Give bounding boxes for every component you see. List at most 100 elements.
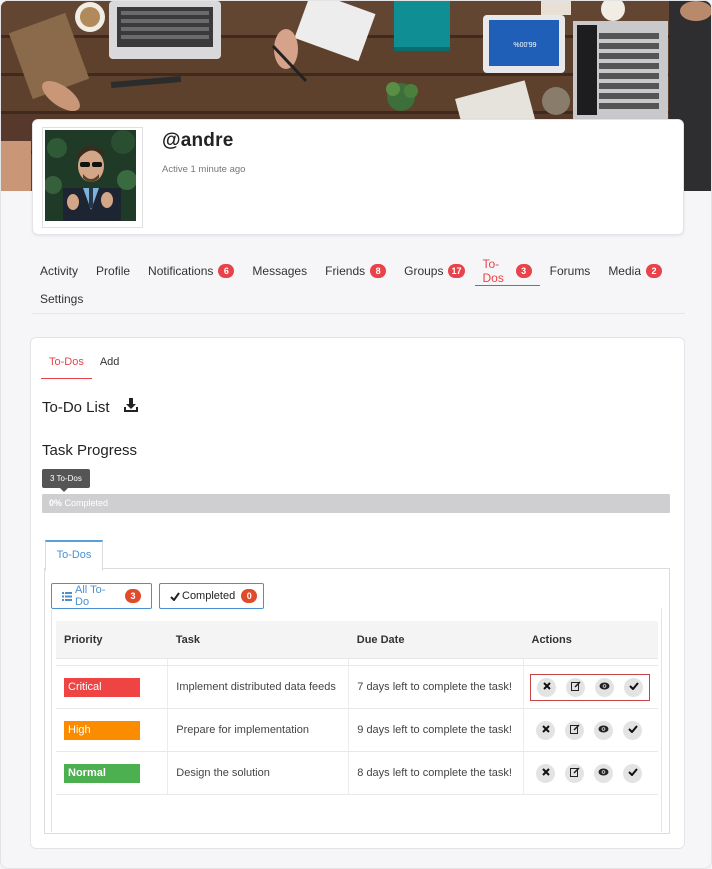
close-icon xyxy=(541,724,550,736)
media-badge: 2 xyxy=(646,264,662,278)
actions-cell xyxy=(523,751,658,795)
nav-item-profile[interactable]: Profile xyxy=(94,259,132,283)
priority-label: Normal xyxy=(64,763,140,783)
progress-label: Completed xyxy=(64,498,109,508)
active-status: Active 1 minute ago xyxy=(162,164,246,175)
actions-cell xyxy=(523,708,658,752)
table-gap xyxy=(56,658,658,666)
close-icon xyxy=(542,681,551,693)
table-header-row: Priority Task Due Date Actions xyxy=(56,621,658,659)
complete-button[interactable] xyxy=(624,677,643,697)
todo-list-title: To-Do List xyxy=(42,398,110,416)
delete-button[interactable] xyxy=(536,763,555,783)
eye-icon xyxy=(598,767,609,779)
task-progress-heading: Task Progress xyxy=(42,442,138,459)
nav-row-1: Activity Profile Notifications 6 Messages… xyxy=(38,257,678,286)
checkmark-icon xyxy=(627,724,638,736)
nav-item-notifications[interactable]: Notifications 6 xyxy=(146,259,236,283)
view-button[interactable] xyxy=(595,677,614,697)
friends-badge: 8 xyxy=(370,264,387,278)
nav-item-media[interactable]: Media 2 xyxy=(606,259,664,283)
nav-label: Profile xyxy=(96,264,131,278)
priority-cell: Critical xyxy=(56,665,169,709)
all-todo-button[interactable]: All To-Do 3 xyxy=(51,583,152,609)
notifications-badge: 6 xyxy=(218,264,235,278)
all-todo-count: 3 xyxy=(125,589,141,603)
completed-label: Completed xyxy=(182,590,236,602)
nav-item-forums[interactable]: Forums xyxy=(548,259,593,283)
nav-label: Settings xyxy=(40,292,84,306)
avatar-photo xyxy=(45,130,136,221)
progress-percent: 0% xyxy=(49,498,63,508)
nav-item-messages[interactable]: Messages xyxy=(250,259,309,283)
todos-badge: 3 xyxy=(515,264,532,278)
download-icon[interactable] xyxy=(123,398,138,416)
complete-button[interactable] xyxy=(623,720,642,740)
priority-cell: Normal xyxy=(56,751,169,795)
download-icon-svg xyxy=(123,398,138,412)
completed-button[interactable]: Completed 0 xyxy=(159,583,264,609)
header-priority: Priority xyxy=(56,621,168,659)
subtab-add[interactable]: Add xyxy=(92,352,128,379)
due-cell: 8 days left to complete the task! xyxy=(348,751,524,795)
delete-button[interactable] xyxy=(537,677,556,697)
profile-username: @andre xyxy=(162,130,234,151)
nav-row-2: Settings xyxy=(38,287,678,311)
priority-label: High xyxy=(64,720,140,740)
todo-table-wrap: Priority Task Due Date Actions Critical … xyxy=(51,608,662,832)
checkmark-icon xyxy=(628,681,639,693)
edit-icon xyxy=(570,680,581,694)
eye-icon xyxy=(598,724,609,736)
header-task: Task xyxy=(167,621,349,659)
page: %00'99 @andre Active 1 minute ago Activi… xyxy=(0,0,712,869)
actions-cell xyxy=(523,665,658,709)
nav-label: Messages xyxy=(252,264,308,278)
edit-button[interactable] xyxy=(565,763,584,783)
delete-button[interactable] xyxy=(536,720,555,740)
task-cell: Prepare for implementation xyxy=(167,708,350,752)
table-row: Critical Implement distributed data feed… xyxy=(56,665,658,709)
view-button[interactable] xyxy=(594,763,613,783)
nav-label: Media xyxy=(608,264,641,278)
nav-item-todos[interactable]: To-Dos 3 xyxy=(474,257,540,286)
inner-tab-todos[interactable]: To-Dos xyxy=(45,540,103,571)
table-row: Normal Design the solution 8 days left t… xyxy=(56,751,658,795)
row-actions xyxy=(530,718,650,743)
nav-label: Notifications xyxy=(148,264,214,278)
header-actions: Actions xyxy=(523,621,658,659)
edit-button[interactable] xyxy=(566,677,585,697)
view-button[interactable] xyxy=(594,720,613,740)
eye-icon xyxy=(599,681,610,693)
edit-button[interactable] xyxy=(565,720,584,740)
nav-label: Forums xyxy=(549,264,591,278)
check-icon xyxy=(170,591,180,601)
progress-bar: 0% Completed xyxy=(42,494,670,513)
row-actions xyxy=(530,761,650,786)
all-todo-label: All To-Do xyxy=(75,584,106,608)
row-actions xyxy=(530,673,650,701)
nav-item-activity[interactable]: Activity xyxy=(38,259,80,283)
table-row: High Prepare for implementation 9 days l… xyxy=(56,708,658,752)
task-cell: Implement distributed data feeds xyxy=(167,665,350,709)
todo-table: Priority Task Due Date Actions Critical … xyxy=(56,621,658,795)
close-icon xyxy=(541,767,550,779)
nav-item-friends[interactable]: Friends 8 xyxy=(323,259,388,283)
subtab-todos[interactable]: To-Dos xyxy=(41,352,92,379)
completed-count: 0 xyxy=(241,589,258,603)
profile-nav: Activity Profile Notifications 6 Messages… xyxy=(38,257,678,311)
progress-text: 0% Completed xyxy=(49,498,108,508)
complete-button[interactable] xyxy=(623,763,642,783)
profile-card: @andre Active 1 minute ago xyxy=(32,119,684,235)
nav-item-groups[interactable]: Groups 17 xyxy=(402,259,466,283)
edit-icon xyxy=(569,766,580,780)
groups-badge: 17 xyxy=(448,264,465,278)
nav-item-settings[interactable]: Settings xyxy=(38,287,85,311)
avatar[interactable] xyxy=(42,127,143,228)
todos-panel: To-Dos Add To-Do List Task Progress 3 To… xyxy=(30,337,685,849)
edit-icon xyxy=(569,723,580,737)
nav-label: To-Dos xyxy=(482,257,504,285)
due-cell: 9 days left to complete the task! xyxy=(348,708,524,752)
task-cell: Design the solution xyxy=(167,751,350,795)
svg-text:%00'99: %00'99 xyxy=(513,42,536,49)
todo-list-heading: To-Do List xyxy=(42,398,138,416)
